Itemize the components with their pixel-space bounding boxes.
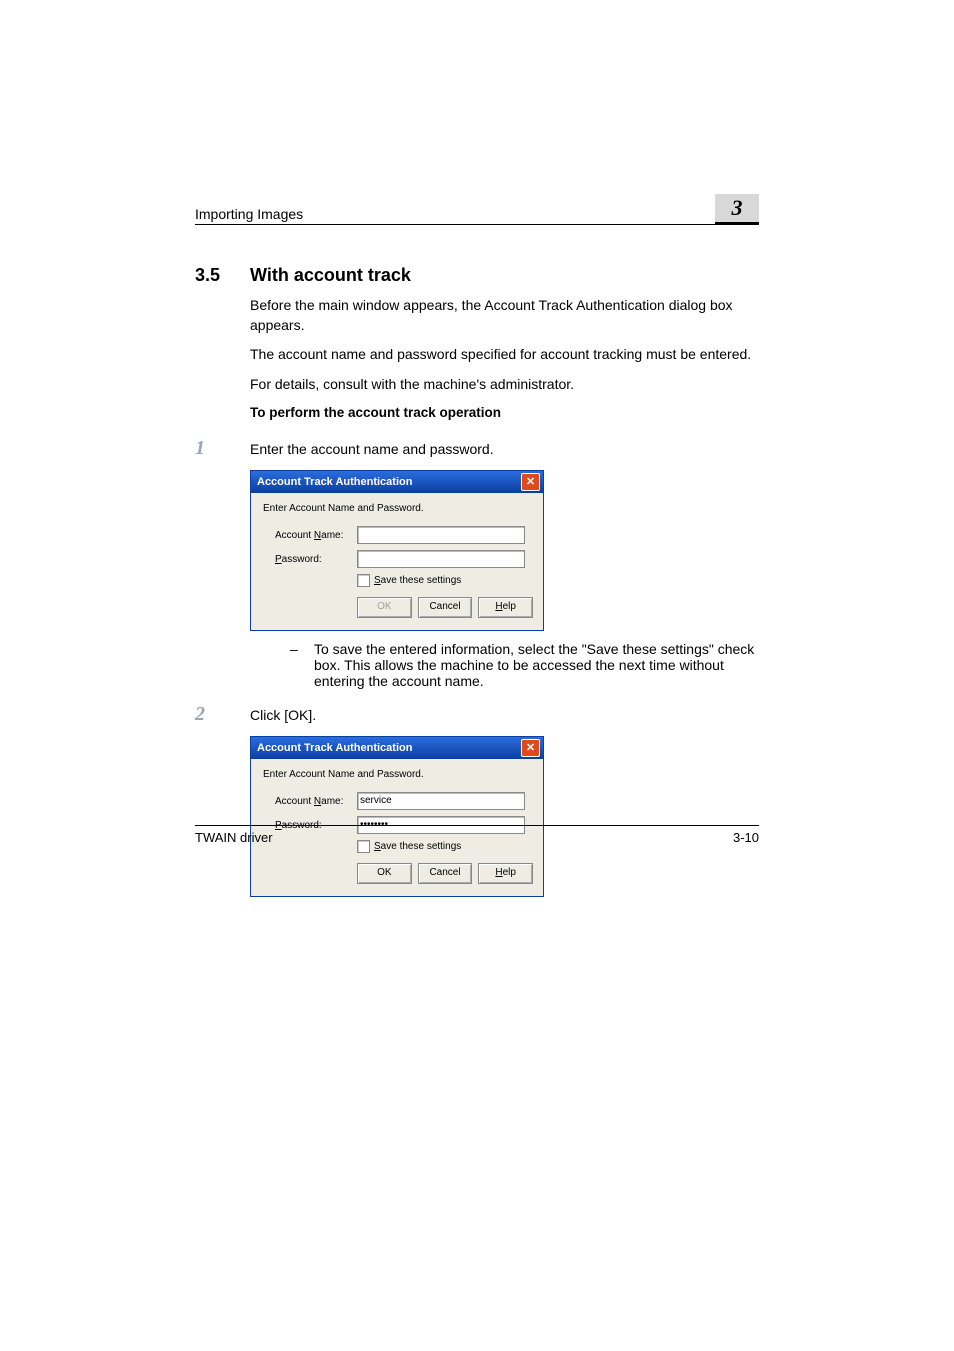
page-footer: TWAIN driver 3-10 — [195, 825, 759, 845]
dialog-titlebar: Account Track Authentication ✕ — [251, 471, 543, 493]
step-2-number: 2 — [195, 703, 250, 726]
paragraph-1: Before the main window appears, the Acco… — [250, 296, 759, 335]
account-name-input[interactable] — [357, 526, 525, 544]
close-icon[interactable]: ✕ — [521, 473, 540, 491]
footer-right: 3-10 — [733, 830, 759, 845]
step-1-number: 1 — [195, 437, 250, 460]
dialog-buttons: OK Cancel Help — [357, 597, 533, 618]
dialog-title: Account Track Authentication — [257, 742, 412, 754]
section-number: 3.5 — [195, 265, 250, 286]
password-row: Password: — [263, 550, 533, 568]
paragraph-2: The account name and password specified … — [250, 345, 759, 365]
dialog-title: Account Track Authentication — [257, 476, 412, 488]
auth-dialog-empty: Account Track Authentication ✕ Enter Acc… — [250, 470, 544, 631]
account-name-label: Account Name: — [263, 530, 357, 541]
subsection-title: To perform the account track operation — [250, 404, 759, 423]
body-text: Before the main window appears, the Acco… — [250, 296, 759, 423]
ok-button[interactable]: OK — [357, 863, 412, 884]
save-settings-label: Save these settings — [374, 575, 461, 586]
cancel-button[interactable]: Cancel — [418, 597, 473, 618]
account-name-row: Account Name: — [263, 526, 533, 544]
close-icon[interactable]: ✕ — [521, 739, 540, 757]
paragraph-3: For details, consult with the machine's … — [250, 375, 759, 395]
chapter-number-badge: 3 — [715, 194, 759, 224]
cancel-button[interactable]: Cancel — [418, 863, 473, 884]
password-label: Password: — [263, 554, 357, 565]
header-divider — [195, 224, 759, 225]
step-1-note: – To save the entered information, selec… — [290, 641, 759, 689]
account-name-row: Account Name: service — [263, 792, 533, 810]
step-2-text: Click [OK]. — [250, 705, 316, 723]
dialog-instruction: Enter Account Name and Password. — [263, 769, 533, 780]
header-section-title: Importing Images — [195, 206, 303, 224]
auth-dialog-filled: Account Track Authentication ✕ Enter Acc… — [250, 736, 544, 897]
save-settings-checkbox[interactable] — [357, 574, 370, 587]
step-2: 2 Click [OK]. — [195, 703, 759, 726]
document-page: Importing Images 3 3.5 With account trac… — [0, 0, 954, 1100]
step-1: 1 Enter the account name and password. — [195, 437, 759, 460]
step-1-text: Enter the account name and password. — [250, 439, 494, 457]
section-heading: 3.5 With account track — [195, 265, 759, 286]
page-header: Importing Images 3 — [195, 200, 759, 224]
dialog-buttons: OK Cancel Help — [357, 863, 533, 884]
footer-left: TWAIN driver — [195, 830, 273, 845]
ok-button[interactable]: OK — [357, 597, 412, 618]
save-settings-row: Save these settings — [357, 574, 533, 587]
account-name-label: Account Name: — [263, 796, 357, 807]
dialog-titlebar: Account Track Authentication ✕ — [251, 737, 543, 759]
password-input[interactable] — [357, 550, 525, 568]
help-button[interactable]: Help — [478, 597, 533, 618]
note-text: To save the entered information, select … — [314, 641, 759, 689]
footer-divider — [195, 825, 759, 826]
account-name-input[interactable]: service — [357, 792, 525, 810]
note-dash: – — [290, 641, 314, 689]
section-title: With account track — [250, 265, 411, 286]
help-button[interactable]: Help — [478, 863, 533, 884]
dialog-instruction: Enter Account Name and Password. — [263, 503, 533, 514]
dialog-body: Enter Account Name and Password. Account… — [251, 493, 543, 630]
